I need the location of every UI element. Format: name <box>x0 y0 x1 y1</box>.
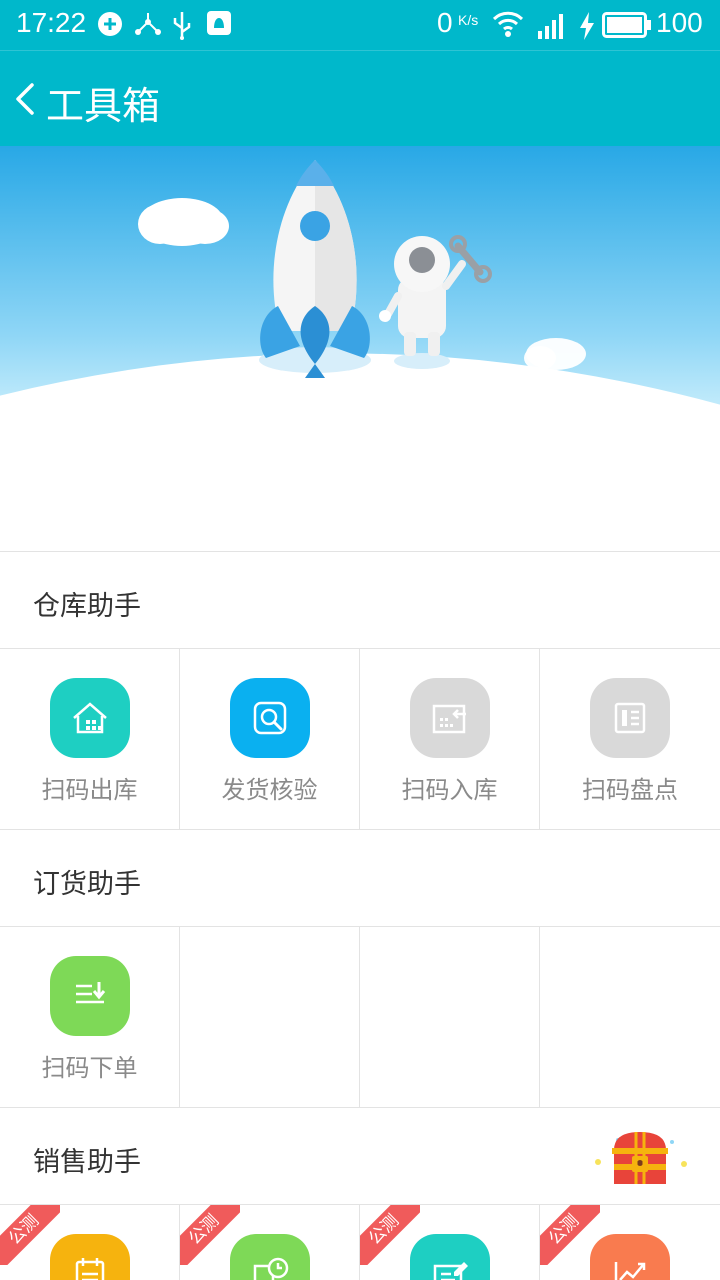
tool-label: 扫码入库 <box>401 776 498 804</box>
tool-grid-warehouse: 扫码出库 发货核验 扫码入库 扫码盘点 <box>0 648 720 829</box>
section-header-ordering: 订货助手 <box>0 829 720 926</box>
sync-icon <box>96 10 124 42</box>
net-speed: 0 <box>437 7 453 38</box>
tool-scan-order[interactable]: 扫码下单 <box>0 927 180 1107</box>
battery-level: 100 <box>656 7 703 38</box>
delivery-verify-icon <box>229 678 310 758</box>
tool-delivery-verify[interactable]: 发货核验 <box>180 649 360 829</box>
tool-label: 发货核验 <box>221 776 318 804</box>
app-bar: 工具箱 <box>0 50 720 146</box>
section-title: 订货助手 <box>33 869 141 900</box>
tool-sales-history[interactable]: 公测 <box>180 1205 360 1280</box>
order-download-icon <box>49 956 130 1036</box>
calendar-icon <box>49 1234 130 1280</box>
edit-form-icon <box>409 1234 490 1280</box>
status-time: 17:22 <box>16 7 87 38</box>
tool-label: 扫码盘点 <box>582 776 678 804</box>
trend-chart-icon <box>590 1234 670 1280</box>
section-title: 仓库助手 <box>33 591 141 622</box>
usb-icon <box>170 10 194 44</box>
tool-scan-outbound[interactable]: 扫码出库 <box>0 649 180 829</box>
net-speed-unit: K/s <box>458 12 479 28</box>
tool-scan-inbound[interactable]: 扫码入库 <box>360 649 540 829</box>
section-header-warehouse: 仓库助手 <box>0 551 720 648</box>
status-bar: 17:22 0 K/s 100 <box>0 0 720 50</box>
banner-illustration <box>0 146 720 551</box>
empty-cell <box>360 927 540 1107</box>
empty-cell <box>180 927 360 1107</box>
tool-sales-edit[interactable]: 公测 <box>360 1205 540 1280</box>
charging-icon <box>578 12 596 44</box>
chevron-left-icon <box>16 83 34 115</box>
clock-list-icon <box>229 1234 310 1280</box>
share-icon <box>134 10 162 42</box>
page-title: 工具箱 <box>46 84 161 128</box>
inventory-icon <box>590 678 670 758</box>
tool-label: 扫码出库 <box>41 776 138 804</box>
tool-sales-calendar[interactable]: 公测 <box>0 1205 180 1280</box>
tool-label: 扫码下单 <box>41 1054 138 1082</box>
treasure-chest-icon[interactable] <box>588 1126 692 1190</box>
tool-scan-inventory[interactable]: 扫码盘点 <box>540 649 720 829</box>
back-button[interactable] <box>8 75 44 123</box>
empty-cell <box>540 927 720 1107</box>
warehouse-in-icon <box>409 678 490 758</box>
qq-icon <box>206 10 232 40</box>
tool-grid-ordering: 扫码下单 <box>0 926 720 1107</box>
tool-sales-trend[interactable]: 公测 <box>540 1205 720 1280</box>
wifi-icon <box>492 9 524 43</box>
signal-icon <box>534 11 570 43</box>
section-title: 销售助手 <box>33 1147 141 1178</box>
tool-grid-sales: 公测 公测 公测 公测 <box>0 1204 720 1280</box>
warehouse-out-icon <box>49 678 130 758</box>
section-header-sales: 销售助手 <box>0 1107 720 1204</box>
battery-icon <box>602 12 652 42</box>
